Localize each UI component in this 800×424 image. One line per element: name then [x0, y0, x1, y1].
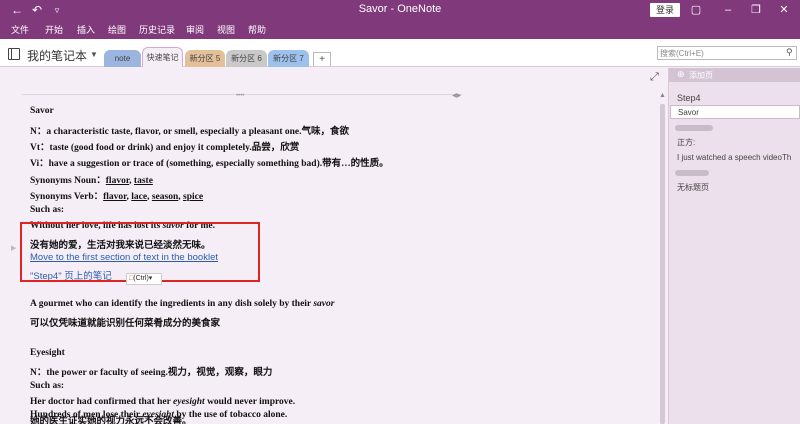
add-section-button[interactable]: +	[313, 52, 331, 66]
menu-review[interactable]: 审阅	[186, 23, 204, 36]
page-canvas[interactable]: ⤢ ▲ •••• ◀▶ Savor N：a characteristic tas…	[0, 68, 668, 424]
sentence-text: A gourmet who can identify the ingredien…	[30, 299, 314, 309]
sentence-text: Her doctor had confirmed that her	[30, 397, 174, 407]
add-page-label: 添加页	[689, 71, 713, 80]
menu-bar: 文件 开始 插入 绘图 历史记录 审阅 视图 帮助	[0, 20, 800, 39]
synonyms-label: Synonyms Noun：	[30, 176, 106, 186]
note-container-handle[interactable]: •••• ◀▶	[22, 92, 462, 100]
example-sentence: Hundreds of men lose their eyesight by t…	[30, 410, 287, 420]
pages-panel: ⊕ 添加页 Step4 Savor 正方: I just watched a s…	[668, 68, 800, 424]
minimize-icon[interactable]: –	[718, 1, 738, 19]
keyword: savor	[313, 299, 335, 309]
synonyms-noun-line: Synonyms Noun：flavor, taste	[30, 176, 153, 186]
ribbon-display-icon[interactable]: ▢	[686, 1, 706, 19]
page-item-speech[interactable]: I just watched a speech videoTh	[677, 153, 799, 162]
note-line: Vi：have a suggestion or trace of (someth…	[30, 159, 389, 169]
keyword: eyesight	[142, 410, 175, 420]
sign-in-button[interactable]: 登录	[650, 3, 680, 17]
synonyms-label: Synonyms Verb：	[30, 192, 104, 202]
synonym-word: spice	[183, 192, 204, 202]
notebook-name[interactable]: 我的笔记本	[27, 47, 87, 64]
section-tab-new-7[interactable]: 新分区 7	[268, 50, 309, 67]
note-line: Vt：taste (good food or drink) and enjoy …	[30, 143, 300, 153]
note-title: Savor	[30, 106, 54, 116]
section-tab-new-6[interactable]: 新分区 6	[226, 50, 267, 67]
blurred-page-title[interactable]	[675, 125, 713, 131]
close-icon[interactable]: ✕	[774, 1, 794, 19]
section-tab-new-5[interactable]: 新分区 5	[185, 50, 225, 67]
paste-options-button[interactable]: □(Ctrl)▾	[126, 273, 162, 285]
synonym-word: taste	[133, 176, 153, 186]
note-line: Such as:	[30, 381, 65, 391]
plus-circle-icon: ⊕	[677, 69, 685, 79]
page-item-zhengfang[interactable]: 正方:	[677, 137, 695, 148]
synonym-word: flavor	[103, 192, 127, 202]
synonyms-verb-line: Synonyms Verb：flavor, lace, season, spic…	[30, 192, 204, 202]
chevron-down-icon[interactable]: ▼	[90, 50, 98, 59]
example-translation: 可以仅凭味道就能识别任何菜肴成分的美食家	[30, 319, 221, 329]
search-icon[interactable]: ⚲	[786, 47, 793, 58]
note-line: Such as:	[30, 205, 65, 215]
example-sentence: A gourmet who can identify the ingredien…	[30, 299, 334, 309]
page-item-savor[interactable]: Savor	[670, 105, 800, 119]
synonym-word: lace	[131, 192, 148, 202]
resize-arrows-icon[interactable]: ◀▶	[452, 92, 461, 99]
paragraph-marker-icon[interactable]: ▶	[11, 244, 16, 252]
page-item-untitled[interactable]: 无标题页	[677, 182, 709, 193]
expand-icon[interactable]: ⤢	[650, 71, 659, 84]
sentence-text: Hundreds of men lose their	[30, 410, 143, 420]
section-tab-quick-notes[interactable]: 快速笔记	[142, 47, 183, 67]
search-input[interactable]: 搜索(Ctrl+E)	[657, 46, 797, 60]
menu-file[interactable]: 文件	[11, 23, 29, 36]
paste-shortcut: (Ctrl)	[133, 275, 149, 282]
maximize-icon[interactable]: ❐	[746, 1, 766, 19]
section-tab-bar: 我的笔记本 ▼ note 快速笔记 新分区 5 新分区 6 新分区 7 + 搜索…	[0, 39, 800, 67]
note-line: N：a characteristic taste, flavor, or sme…	[30, 127, 349, 137]
menu-history[interactable]: 历史记录	[139, 23, 175, 36]
sentence-text: by the use of tobacco alone.	[174, 410, 288, 420]
keyword: eyesight	[173, 397, 205, 407]
window-title: Savor - OneNote	[358, 3, 442, 15]
add-page-button[interactable]: ⊕ 添加页	[669, 68, 800, 82]
section-tab-note[interactable]: note	[104, 50, 141, 67]
scroll-up-icon[interactable]: ▲	[659, 92, 666, 99]
notebook-icon[interactable]	[8, 48, 20, 60]
scrollbar[interactable]: ▲	[657, 88, 668, 424]
example-sentence: Her doctor had confirmed that her eyesig…	[30, 397, 295, 407]
page-item-step4[interactable]: Step4	[677, 93, 701, 103]
menu-help[interactable]: 帮助	[248, 23, 266, 36]
grip-icon[interactable]: ••••	[236, 93, 244, 99]
menu-insert[interactable]: 插入	[77, 23, 95, 36]
scroll-thumb[interactable]	[660, 104, 665, 424]
note-line: N：the power or faculty of seeing.视力，视觉，观…	[30, 368, 273, 378]
title-bar: ← ↶ ▿ Savor - OneNote 登录 ▢ – ❐ ✕	[0, 0, 800, 20]
blurred-page-title[interactable]	[675, 170, 709, 176]
menu-home[interactable]: 开始	[45, 23, 63, 36]
synonym-word: season	[151, 192, 179, 202]
sentence-text: would never improve.	[204, 397, 296, 407]
menu-view[interactable]: 视图	[217, 23, 235, 36]
synonym-word: flavor	[105, 176, 130, 186]
note-word-heading: Eyesight	[30, 348, 65, 358]
menu-draw[interactable]: 绘图	[108, 23, 126, 36]
